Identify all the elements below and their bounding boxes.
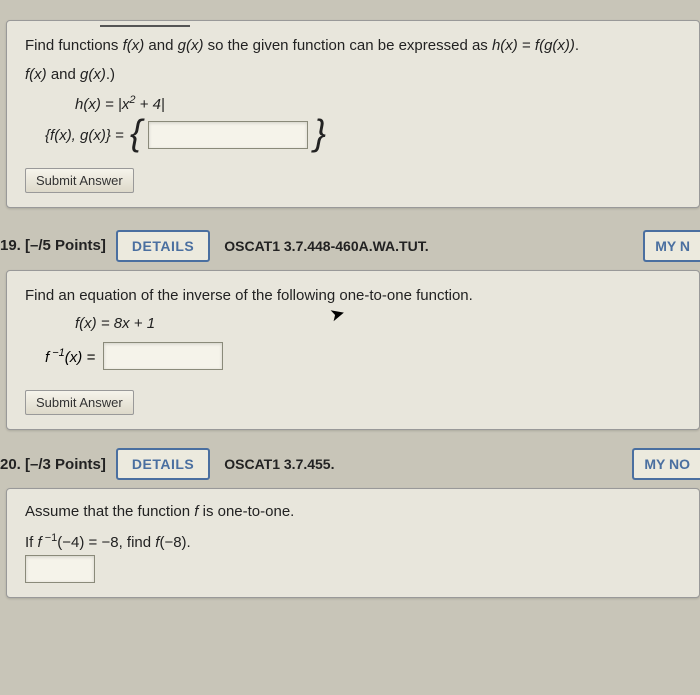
question-18-panel: Find functions f(x) and g(x) so the give… [6,20,700,208]
hx: h(x) [492,37,518,54]
q18-prompt-line2: f(x) and g(x).) [25,64,681,87]
gx: g(x) [178,37,204,54]
text: and [47,66,80,83]
submit-button[interactable]: Submit Answer [25,168,134,193]
my-notes-button[interactable]: MY NO [632,448,700,480]
q20-prompt: Assume that the function f is one-to-one… [25,503,681,520]
my-notes-button[interactable]: MY N [643,230,700,262]
question-20-panel: Assume that the function f is one-to-one… [6,488,700,598]
inverse-lhs: f −1(x) = [45,347,99,366]
question-19-panel: Find an equation of the inverse of the f… [6,270,700,431]
q19-answer-input[interactable] [103,342,223,370]
q19-answer-row: f −1(x) = [45,342,681,370]
q20-answer-input[interactable] [25,555,95,583]
question-number: 19. [–/5 Points] [0,237,106,254]
q20-find: If f −1(−4) = −8, find f(−8). [25,532,681,551]
fx: f(x) [123,37,145,54]
submit-button[interactable]: Submit Answer [25,390,134,415]
text: so the given function can be expressed a… [203,37,492,54]
details-button[interactable]: DETAILS [116,448,210,480]
brace-left-icon: { [130,119,142,148]
question-number: 20. [–/3 Points] [0,456,106,473]
text: . [575,37,579,54]
top-divider [100,24,190,27]
reference-label: OSCAT1 3.7.448-460A.WA.TUT. [224,238,428,254]
q18-answer-row: {f(x), g(x)} = { } [45,121,681,150]
fgx: f(g(x)) [535,37,575,54]
q18-answer-input[interactable] [148,121,308,149]
q18-formula: h(x) = |x2 + 4| [75,94,681,113]
pair-lhs: {f(x), g(x)} = [45,127,128,144]
text: and [144,37,177,54]
details-button[interactable]: DETAILS [116,230,210,262]
text: Find functions [25,37,123,54]
reference-label: OSCAT1 3.7.455. [224,456,334,472]
text: .) [106,66,115,83]
brace-right-icon: } [314,119,326,148]
q19-prompt: Find an equation of the inverse of the f… [25,285,681,308]
text: = [518,37,535,54]
q20-header: 20. [–/3 Points] DETAILS OSCAT1 3.7.455.… [0,448,700,480]
q18-prompt: Find functions f(x) and g(x) so the give… [25,35,681,58]
text: f(x) [25,66,47,83]
q19-header: 19. [–/5 Points] DETAILS OSCAT1 3.7.448-… [0,230,700,262]
q19-formula: f(x) = 8x + 1 [75,315,681,332]
text: g(x) [80,66,106,83]
